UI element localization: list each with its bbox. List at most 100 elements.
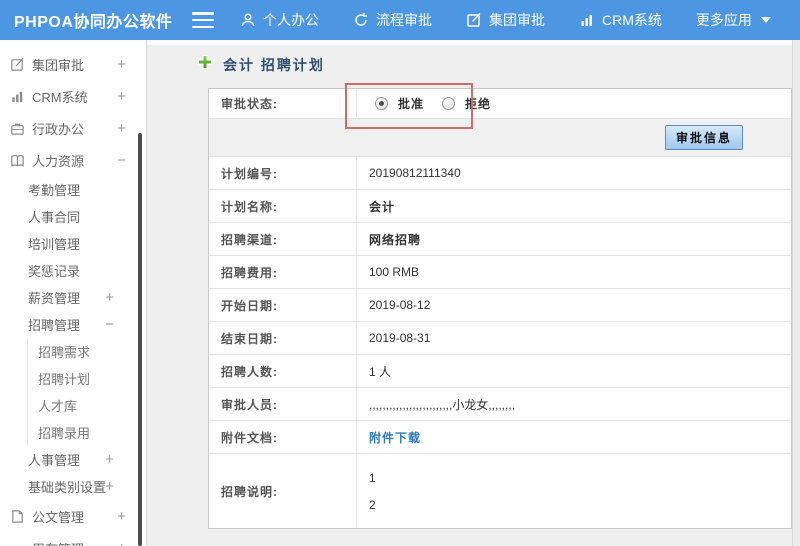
- row-recruit-channel: 招聘渠道: 网络招聘: [209, 222, 791, 255]
- nav-more-apps[interactable]: 更多应用: [696, 10, 771, 30]
- page-scrollbar[interactable]: [792, 40, 800, 546]
- page-header: 会计 招聘计划: [197, 54, 325, 75]
- sidebar-item-crm[interactable]: CRM系统 +: [0, 80, 146, 112]
- expand-plus-icon[interactable]: +: [105, 451, 114, 468]
- car-icon: [10, 541, 25, 546]
- field-label: 招聘渠道:: [209, 223, 357, 255]
- sidebar-item-base-category[interactable]: 基础类别设置 +: [0, 473, 146, 500]
- sidebar-item-recruitment[interactable]: 招聘管理 −: [0, 311, 146, 338]
- main-content: 会计 招聘计划 审批状态: 批准 拒绝 审批信息 计划编号: 201908121…: [147, 40, 792, 546]
- sidebar-item-attendance[interactable]: 考勤管理: [0, 176, 146, 203]
- approve-info-button[interactable]: 审批信息: [664, 125, 743, 150]
- sidebar-item-label: 奖惩记录: [28, 264, 81, 279]
- edit-icon: [10, 57, 25, 72]
- process-icon: [353, 12, 369, 28]
- row-headcount: 招聘人数: 1 人: [209, 354, 791, 387]
- field-label: 审批状态:: [209, 89, 357, 118]
- expand-plus-icon[interactable]: +: [117, 540, 126, 546]
- field-value: 网络招聘: [369, 232, 422, 247]
- description-line: 1: [369, 470, 376, 485]
- field-value: 2019-08-31: [369, 331, 431, 345]
- row-attachment: 附件文档: 附件下载: [209, 420, 791, 453]
- page-title: 会计 招聘计划: [223, 56, 325, 73]
- expand-plus-icon[interactable]: +: [117, 88, 126, 105]
- radio-reject[interactable]: [442, 97, 456, 110]
- radio-approve[interactable]: [375, 97, 388, 110]
- sidebar-item-rewards[interactable]: 奖惩记录: [0, 257, 146, 284]
- sidebar-item-salary[interactable]: 薪资管理 +: [0, 284, 146, 311]
- sidebar-item-label: 考勤管理: [28, 183, 81, 198]
- sidebar-item-vehicles[interactable]: 用车管理 +: [0, 532, 146, 546]
- row-end-date: 结束日期: 2019-08-31: [209, 321, 791, 354]
- nav-label: CRM系统: [602, 12, 662, 28]
- sidebar-item-label: 招聘计划: [38, 372, 91, 387]
- sidebar-item-label: 集团审批: [32, 57, 85, 73]
- row-approve-action: 审批信息: [209, 118, 791, 156]
- field-value: 会计: [369, 199, 396, 214]
- nav-label: 个人办公: [263, 12, 319, 28]
- sidebar-item-label: 招聘管理: [28, 318, 81, 333]
- sidebar-item-personnel[interactable]: 人事管理 +: [0, 446, 146, 473]
- row-plan-name: 计划名称: 会计: [209, 189, 791, 222]
- sidebar-item-recruit-plan[interactable]: 招聘计划: [28, 365, 146, 392]
- sidebar-item-label: 人才库: [38, 399, 78, 414]
- expand-plus-icon[interactable]: +: [105, 478, 114, 495]
- sidebar-scrollbar-thumb[interactable]: [138, 133, 142, 546]
- field-label: 计划名称:: [209, 190, 357, 222]
- field-label: 招聘说明:: [209, 454, 357, 528]
- sidebar-item-group-approval[interactable]: 集团审批 +: [0, 48, 146, 80]
- detail-table: 审批状态: 批准 拒绝 审批信息 计划编号: 20190812111340 计划…: [208, 88, 792, 529]
- field-label: 招聘费用:: [209, 256, 357, 288]
- sidebar-item-label: CRM系统: [32, 89, 88, 105]
- field-value: 2019-08-12: [369, 298, 431, 312]
- field-value: ,,,,,,,,,,,,,,,,,,,,,,,,,小龙女,,,,,,,,: [369, 397, 516, 412]
- radio-approve-label[interactable]: 批准: [398, 95, 424, 112]
- top-navigation-bar: PHPOA协同办公软件 个人办公 流程审批 集团审批 CRM系统 更多应用: [0, 0, 800, 40]
- sidebar-item-documents[interactable]: 公文管理 +: [0, 500, 146, 532]
- field-label: 招聘人数:: [209, 355, 357, 387]
- expand-plus-icon[interactable]: +: [117, 120, 126, 137]
- sidebar-item-label: 行政办公: [32, 121, 85, 137]
- nav-crm-system[interactable]: CRM系统: [579, 10, 662, 30]
- row-start-date: 开始日期: 2019-08-12: [209, 288, 791, 321]
- nav-process-approval[interactable]: 流程审批: [353, 10, 432, 30]
- sidebar-item-hr[interactable]: 人力资源 −: [0, 144, 146, 176]
- sidebar-item-talent-pool[interactable]: 人才库: [28, 392, 146, 419]
- sidebar-item-label: 招聘需求: [38, 345, 91, 360]
- sidebar-item-label: 公文管理: [32, 509, 85, 525]
- field-value: 1 人: [369, 364, 392, 379]
- sidebar-item-recruit-demand[interactable]: 招聘需求: [28, 338, 146, 365]
- sidebar: 集团审批 + CRM系统 + 行政办公 + 人力资源 − 考勤管理 人事合同 培…: [0, 40, 147, 546]
- briefcase-icon: [10, 121, 25, 136]
- row-approvers: 审批人员: ,,,,,,,,,,,,,,,,,,,,,,,,,小龙女,,,,,,…: [209, 387, 791, 420]
- nav-group-approval[interactable]: 集团审批: [466, 10, 545, 30]
- sidebar-item-label: 用车管理: [32, 539, 84, 546]
- sidebar-item-label: 人事合同: [28, 210, 81, 225]
- field-label: 开始日期:: [209, 289, 357, 321]
- expand-plus-icon[interactable]: +: [117, 508, 126, 525]
- field-label: 结束日期:: [209, 322, 357, 354]
- nav-personal-office[interactable]: 个人办公: [240, 10, 319, 30]
- field-label: 审批人员:: [209, 388, 357, 420]
- expand-plus-icon[interactable]: +: [117, 56, 126, 73]
- person-icon: [240, 12, 256, 28]
- collapse-minus-icon[interactable]: −: [105, 316, 114, 333]
- sidebar-item-hr-contract[interactable]: 人事合同: [0, 203, 146, 230]
- sidebar-item-training[interactable]: 培训管理: [0, 230, 146, 257]
- document-icon: [10, 509, 25, 524]
- menu-icon[interactable]: [192, 12, 214, 28]
- collapse-minus-icon[interactable]: −: [117, 152, 126, 169]
- field-label: 附件文档:: [209, 421, 357, 453]
- nav-label: 流程审批: [376, 12, 432, 28]
- sidebar-item-recruit-hire[interactable]: 招聘录用: [28, 419, 146, 446]
- expand-plus-icon[interactable]: +: [105, 289, 114, 306]
- field-value: 100 RMB: [369, 265, 420, 279]
- sidebar-item-label: 招聘录用: [38, 426, 91, 441]
- sidebar-item-admin-office[interactable]: 行政办公 +: [0, 112, 146, 144]
- sidebar-item-label: 人力资源: [32, 153, 85, 169]
- nav-label: 集团审批: [489, 12, 545, 28]
- approval-radio-group: 批准 拒绝: [369, 95, 499, 112]
- radio-reject-label[interactable]: 拒绝: [465, 95, 491, 112]
- description-line: 2: [369, 497, 376, 512]
- attachment-download-link[interactable]: 附件下载: [369, 429, 421, 446]
